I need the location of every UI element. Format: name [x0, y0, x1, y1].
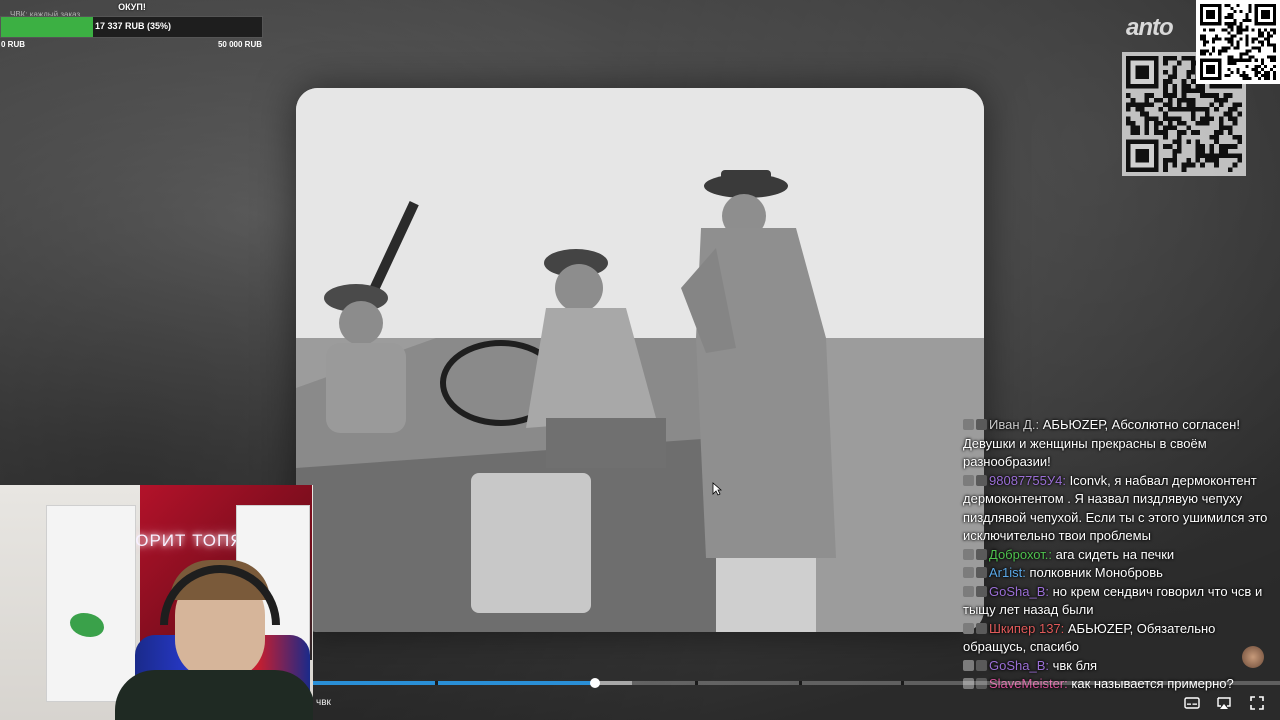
chat-username[interactable]: Ar1ist:	[989, 565, 1029, 580]
chat-badge-icon	[963, 585, 974, 597]
chat-badge-icon	[963, 659, 974, 671]
chat-badge-icon	[976, 419, 987, 430]
chat-message: 98087755У4: Iconvk, я набвал дермоконтен…	[960, 472, 1278, 546]
chat-username[interactable]: GoSha_B:	[989, 584, 1053, 599]
chat-badge-icon	[976, 567, 987, 578]
brand-logo: anto	[1126, 14, 1174, 41]
chapter-marker	[435, 681, 438, 685]
chat-message: Иван Д.: АБЬЮZЕР, Абсолютно согласен! Де…	[960, 416, 1278, 472]
mouse-cursor-icon	[712, 482, 723, 501]
chat-message-text: чвк бля	[1052, 657, 1098, 673]
chat-message-text: ага сидеть на печки	[1055, 546, 1175, 562]
video-frame-photo	[296, 88, 984, 632]
chat-badge-icon	[963, 548, 974, 560]
chat-username[interactable]: Иван Д.:	[989, 417, 1043, 432]
airplay-icon[interactable]	[1216, 696, 1232, 713]
chapter-marker	[799, 681, 802, 685]
chat-badge-icon	[963, 419, 974, 430]
donation-min-label: 0 RUB	[1, 40, 26, 49]
chat-panel: Иван Д.: АБЬЮZЕР, Абсолютно согласен! Де…	[960, 416, 1278, 720]
fullscreen-icon[interactable]	[1250, 696, 1264, 713]
donation-progress-fill	[1, 17, 93, 37]
chat-badge-icon	[963, 622, 974, 634]
donation-progress-bar: 17 337 RUB (35%)	[0, 16, 263, 38]
streamer-webcam: ГОВОРИТ ТОПЯZ	[0, 485, 313, 720]
qr-code	[1196, 0, 1280, 84]
chat-user-avatar	[1242, 646, 1264, 668]
chat-message: Доброхот.: ага сидеть на печки	[960, 546, 1278, 565]
chat-message-text: полковник Монобровь	[1029, 565, 1163, 580]
bookshelf	[46, 505, 136, 702]
chat-username[interactable]: GoSha_B:	[989, 658, 1053, 673]
chat-username[interactable]: Шкипер 137:	[989, 621, 1068, 636]
chat-message: GoSha_B: но крем сендвич говорил что чсв…	[960, 583, 1278, 620]
chat-badge-icon	[976, 585, 987, 597]
chat-username[interactable]: Доброхот.:	[989, 547, 1056, 562]
donation-amount: 17 337 RUB (35%)	[95, 21, 172, 31]
video-chapter-title: чвк	[316, 697, 331, 708]
chat-badge-icon	[963, 567, 974, 578]
progress-played	[313, 681, 596, 685]
chat-message: GoSha_B: чвк бля	[960, 657, 1278, 676]
chat-badge-icon	[976, 474, 987, 486]
donation-goal-widget: ОКУП! ЧВК: каждый заказ ... 17 337 RUB (…	[0, 0, 264, 52]
chat-message: Ar1ist: полковник Монобровь	[960, 564, 1278, 583]
chapter-marker	[695, 681, 698, 685]
chat-badge-icon	[976, 622, 987, 634]
chapter-marker	[901, 681, 904, 685]
streamer-jacket	[115, 670, 313, 720]
video-progress-bar[interactable]	[313, 678, 1280, 688]
chat-badge-icon	[963, 474, 974, 486]
chat-badge-icon	[976, 548, 987, 560]
donation-max-label: 50 000 RUB	[217, 40, 262, 49]
chat-username[interactable]: 98087755У4:	[989, 473, 1070, 488]
chat-message: Шкипер 137: АБЬЮZЕР, Обязательно обращус…	[960, 620, 1278, 657]
subtitles-icon[interactable]	[1184, 696, 1200, 712]
chat-badge-icon	[976, 659, 987, 671]
